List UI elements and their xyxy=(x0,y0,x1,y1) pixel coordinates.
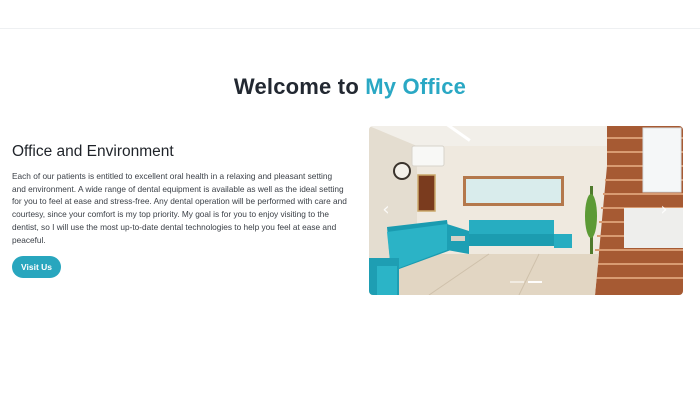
chevron-left-icon: ‹ xyxy=(382,199,390,220)
carousel-indicator-1[interactable] xyxy=(510,281,524,283)
visit-us-button[interactable]: Visit Us xyxy=(12,256,61,278)
office-waiting-room-image xyxy=(369,126,683,295)
office-image-carousel[interactable]: ‹ › xyxy=(369,126,683,295)
page-title-accent: My Office xyxy=(365,74,467,99)
carousel-next-button[interactable]: › xyxy=(655,198,673,222)
top-navbar xyxy=(0,0,700,29)
carousel-prev-button[interactable]: ‹ xyxy=(377,198,395,222)
page-title-prefix: Welcome to xyxy=(233,74,359,99)
page-title: Welcome to My Office xyxy=(0,74,700,100)
section-description: Each of our patients is entitled to exce… xyxy=(12,171,347,245)
chevron-right-icon: › xyxy=(660,199,668,220)
carousel-indicators xyxy=(369,281,683,283)
carousel-indicator-2[interactable] xyxy=(528,281,542,283)
section-title: Office and Environment xyxy=(12,143,174,160)
